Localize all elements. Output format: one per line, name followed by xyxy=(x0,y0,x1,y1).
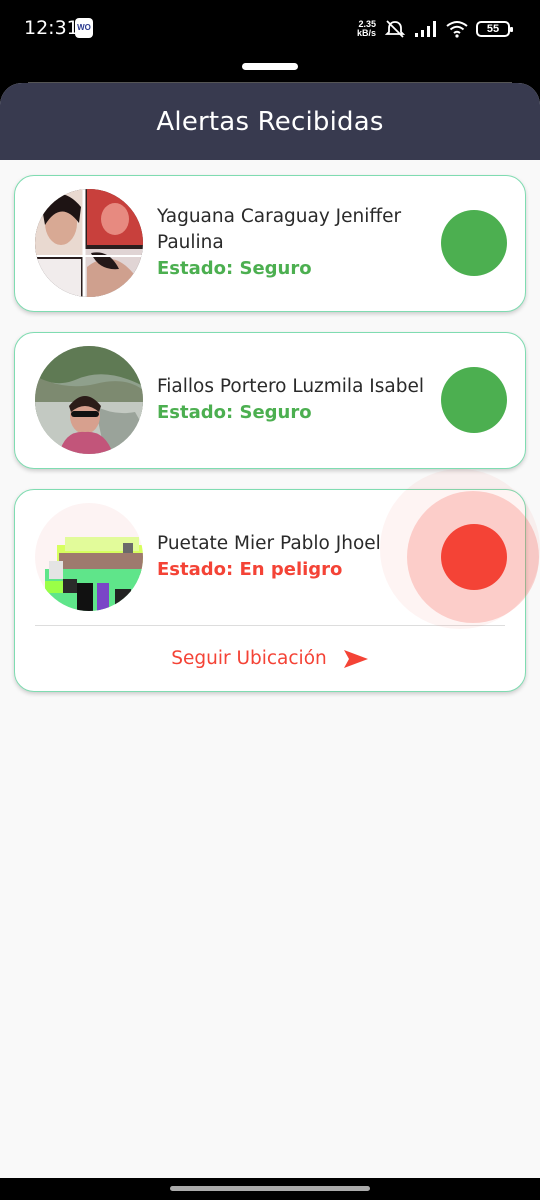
avatar xyxy=(35,503,143,611)
alert-card[interactable]: Fiallos Portero Luzmila Isabel Estado: S… xyxy=(14,332,526,469)
home-gesture-pill[interactable] xyxy=(170,1186,370,1191)
app-notification-icon: WO xyxy=(75,18,93,38)
alert-card[interactable]: Yaguana Caraguay Jeniffer Paulina Estado… xyxy=(14,175,526,312)
avatar xyxy=(35,189,143,297)
status-indicator[interactable] xyxy=(441,367,507,433)
send-arrow-icon xyxy=(343,649,368,668)
status-icons: 2.35 kB/s 55 xyxy=(350,18,513,40)
sheet-drag-handle[interactable] xyxy=(242,63,298,70)
mute-icon xyxy=(384,20,406,38)
alerts-sheet: Alertas Recibidas Yaguana Caraguay Jenif… xyxy=(0,83,540,1178)
network-speed: 2.35 kB/s xyxy=(356,19,376,38)
wifi-icon xyxy=(446,21,468,38)
status-indicator[interactable] xyxy=(441,210,507,276)
follow-location-button[interactable]: Seguir Ubicación xyxy=(15,648,525,669)
status-label: Estado: Seguro xyxy=(157,258,312,279)
page-title: Alertas Recibidas xyxy=(0,83,540,160)
status-indicator-danger[interactable] xyxy=(441,524,507,590)
status-time: 12:31 xyxy=(24,17,79,39)
status-label: Estado: En peligro xyxy=(157,559,343,580)
avatar xyxy=(35,346,143,454)
battery-icon: 55 xyxy=(476,21,513,37)
status-bar: 12:31 WO 2.35 kB/s 55 xyxy=(0,0,540,56)
contact-name: Yaguana Caraguay Jeniffer Paulina xyxy=(157,206,402,253)
signal-icon xyxy=(415,21,436,37)
follow-location-label: Seguir Ubicación xyxy=(171,648,327,669)
status-label: Estado: Seguro xyxy=(157,402,312,423)
contact-name: Fiallos Portero Luzmila Isabel xyxy=(157,376,424,397)
